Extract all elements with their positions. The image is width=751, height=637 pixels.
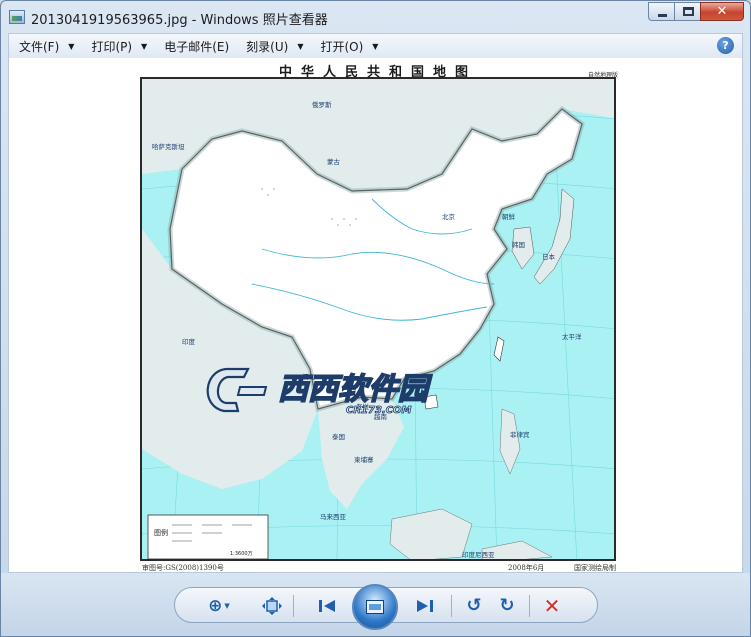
menu-bar: 文件(F) ▼ 打印(P) ▼ 电子邮件(E) 刻录(U) ▼ 打开(O) ▼ … (8, 33, 743, 58)
map-label-beijing: 北京 (442, 212, 456, 221)
window-title: 2013041919563965.jpg - Windows 照片查看器 (31, 13, 328, 28)
slideshow-icon (366, 600, 384, 614)
map-area: 图例 1:3600万 俄罗斯 蒙古 哈萨克斯坦 印度 朝鲜 日本 韩国 越南 老… (140, 77, 616, 561)
minimize-button[interactable] (648, 2, 675, 21)
rotate-clockwise-button[interactable]: ↻ (495, 595, 519, 617)
menu-burn-label: 刻录(U) (246, 39, 289, 54)
map-footer-approval: 审图号:GS(2008)1390号 (142, 564, 224, 572)
map-label-kazakhstan: 哈萨克斯坦 (152, 142, 185, 151)
separator (293, 595, 294, 617)
title-bar[interactable]: 2013041919563965.jpg - Windows 照片查看器 ✕ (1, 1, 750, 33)
delete-button[interactable]: ✕ (540, 595, 564, 617)
chevron-down-icon: ▼ (297, 41, 304, 51)
map-label-myanmar: 缅甸 (302, 372, 315, 381)
map-label-south-korea: 韩国 (512, 240, 525, 249)
map-label-north-korea: 朝鲜 (502, 212, 516, 221)
menu-file-label: 文件(F) (19, 39, 60, 54)
previous-icon (319, 600, 335, 612)
control-bar: ⊕ ▼ ↺ ↻ ✕ (1, 573, 750, 636)
image-viewport[interactable]: 中华人民共和国地图 自然地理版 图例 1:3600万 俄罗斯 蒙古 哈萨克斯坦 … (8, 58, 743, 573)
menu-email-label: 电子邮件(E) (164, 39, 230, 54)
close-icon: ✕ (716, 4, 728, 19)
minimize-icon (658, 14, 667, 17)
chevron-down-icon: ▼ (224, 602, 230, 610)
menu-burn[interactable]: 刻录(U) ▼ (236, 35, 310, 57)
menu-email[interactable]: 电子邮件(E) (154, 35, 236, 57)
map-label-cambodia: 柬埔寨 (354, 455, 374, 464)
menu-print-label: 打印(P) (91, 39, 133, 54)
map-footer-publisher: 国家测绘局制 (574, 564, 616, 572)
help-icon[interactable]: ? (717, 37, 734, 54)
menu-print[interactable]: 打印(P) ▼ (81, 35, 154, 57)
displayed-image: 中华人民共和国地图 自然地理版 图例 1:3600万 俄罗斯 蒙古 哈萨克斯坦 … (134, 59, 622, 572)
photo-viewer-window: 2013041919563965.jpg - Windows 照片查看器 ✕ 文… (0, 0, 751, 637)
previous-button[interactable] (315, 595, 339, 617)
caption-buttons: ✕ (648, 2, 744, 22)
map-label-india: 印度 (182, 337, 196, 346)
photo-viewer-app-icon[interactable] (9, 10, 25, 24)
legend-title: 图例 (154, 528, 168, 537)
map-label-laos: 老挝 (356, 402, 370, 411)
rotate-right-icon: ↻ (499, 595, 515, 616)
next-icon (417, 600, 433, 612)
map-label-russia: 俄罗斯 (312, 100, 332, 109)
menu-open-label: 打开(O) (320, 39, 364, 54)
menu-open[interactable]: 打开(O) ▼ (310, 35, 385, 57)
rotate-counterclockwise-button[interactable]: ↺ (462, 595, 486, 617)
map-label-indonesia: 印度尼西亚 (462, 550, 495, 559)
maximize-icon (683, 7, 694, 16)
chevron-down-icon: ▼ (372, 41, 379, 51)
map-label-malaysia: 马来西亚 (320, 513, 347, 521)
map-footer-date: 2008年6月 (508, 564, 545, 572)
map-label-thailand: 泰国 (332, 432, 345, 441)
delete-icon: ✕ (543, 594, 561, 618)
map-label-philippines: 菲律宾 (510, 430, 530, 439)
map-label-vietnam: 越南 (374, 412, 388, 421)
map-scale: 1:3600万 (230, 551, 253, 557)
actual-size-button[interactable] (260, 595, 284, 617)
chevron-down-icon: ▼ (141, 41, 148, 51)
next-button[interactable] (413, 595, 437, 617)
zoom-in-icon: ⊕ (208, 595, 223, 616)
map-label-mongolia: 蒙古 (327, 157, 341, 166)
actual-size-icon (262, 597, 282, 615)
separator (451, 595, 452, 617)
maximize-button[interactable] (674, 2, 701, 21)
map-graphic: 图例 1:3600万 俄罗斯 蒙古 哈萨克斯坦 印度 朝鲜 日本 韩国 越南 老… (142, 79, 614, 559)
map-label-pacific: 太平洋 (562, 332, 582, 341)
map-label-japan: 日本 (542, 252, 556, 261)
zoom-button[interactable]: ⊕ ▼ (201, 595, 237, 617)
menu-file[interactable]: 文件(F) ▼ (9, 35, 81, 57)
separator (529, 595, 530, 617)
close-button[interactable]: ✕ (700, 2, 744, 21)
slideshow-button[interactable] (352, 584, 398, 630)
chevron-down-icon: ▼ (68, 41, 75, 51)
rotate-left-icon: ↺ (466, 595, 482, 616)
